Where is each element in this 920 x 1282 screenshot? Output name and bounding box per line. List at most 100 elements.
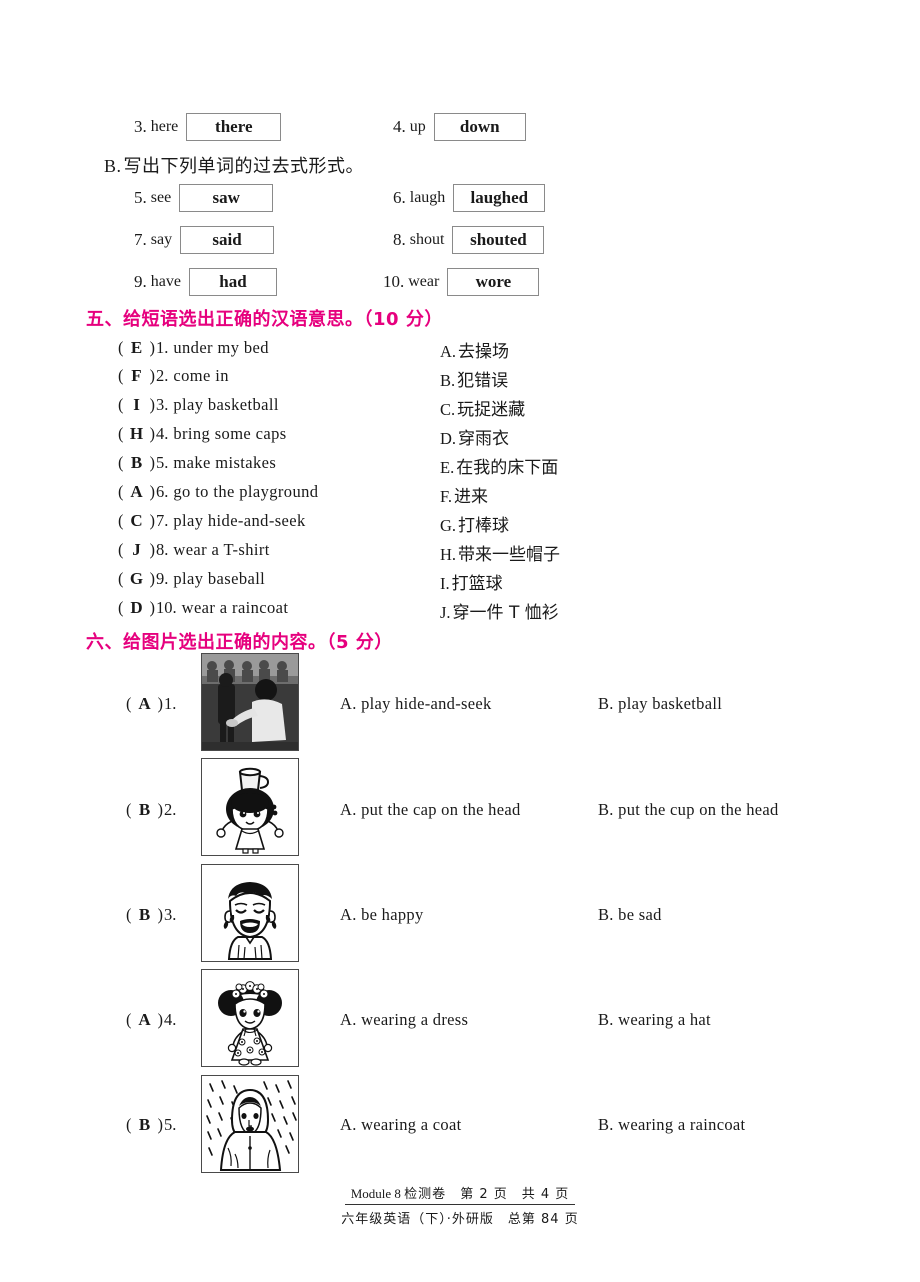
- picture-photo-children-playing: [201, 653, 299, 751]
- match-text: play baseball: [173, 569, 266, 588]
- match-option: J. 穿一件 T 恤衫: [440, 598, 559, 623]
- paren-close: ): [149, 540, 156, 559]
- match-option: C. 玩捉迷藏: [440, 395, 525, 420]
- paren-close: ): [157, 1115, 164, 1134]
- match-answer[interactable]: D: [124, 598, 150, 618]
- answer-box[interactable]: saw: [179, 184, 274, 212]
- answer-box[interactable]: wore: [447, 268, 540, 296]
- picture-option-b[interactable]: B. wearing a hat: [598, 1010, 711, 1030]
- fill-number: 10.: [383, 272, 405, 291]
- picture-number: 5.: [164, 1115, 177, 1134]
- picture-option-a[interactable]: A. put the cap on the head: [340, 800, 521, 820]
- match-text: bring some caps: [173, 424, 287, 443]
- page-footer: Module 8 检测卷 第 2 页 共 4 页 六年级英语（下）·外研版 总第…: [0, 1183, 920, 1227]
- picture-option-b[interactable]: B. put the cup on the head: [598, 800, 779, 820]
- match-answer[interactable]: H: [124, 424, 150, 444]
- picture-option-a[interactable]: A. play hide-and-seek: [340, 694, 492, 714]
- picture-option-b[interactable]: B. be sad: [598, 905, 662, 925]
- match-option: E. 在我的床下面: [440, 453, 558, 478]
- match-answer[interactable]: A: [124, 482, 150, 502]
- match-row: ( J ) 8. wear a T-shirt: [118, 540, 270, 560]
- match-number: 9.: [156, 569, 169, 588]
- picture-question-mark: ( B ) 5.: [126, 1115, 176, 1135]
- fill-row-9: 9. have had: [134, 268, 277, 296]
- match-option: F. 进来: [440, 482, 488, 507]
- match-answer[interactable]: G: [124, 569, 150, 589]
- fill-row-6: 6. laugh laughed: [393, 184, 546, 212]
- answer-box[interactable]: had: [188, 268, 277, 296]
- match-answer[interactable]: I: [124, 395, 150, 415]
- option-letter: E.: [440, 458, 455, 477]
- answer-box[interactable]: there: [186, 113, 282, 141]
- fill-prompt: laugh: [409, 189, 446, 206]
- match-row: ( G ) 9. play baseball: [118, 569, 265, 589]
- picture-option-a[interactable]: A. be happy: [340, 905, 424, 925]
- match-text: play basketball: [173, 395, 279, 414]
- match-row: ( I ) 3. play basketball: [118, 395, 279, 415]
- part-b-label: B.: [104, 156, 122, 176]
- match-number: 3.: [156, 395, 169, 414]
- answer-box[interactable]: laughed: [453, 184, 546, 212]
- picture-option-b[interactable]: B. play basketball: [598, 694, 722, 714]
- option-text: 玩捉迷藏: [457, 400, 526, 420]
- fill-number: 4.: [393, 117, 406, 136]
- picture-option-b[interactable]: B. wearing a raincoat: [598, 1115, 745, 1135]
- picture-answer[interactable]: B: [132, 1115, 158, 1135]
- fill-prompt: say: [150, 231, 173, 248]
- picture-person-in-raincoat-in-rain: [201, 1075, 299, 1173]
- option-letter: C.: [440, 400, 456, 419]
- match-answer[interactable]: F: [124, 366, 150, 386]
- option-letter: D.: [440, 429, 457, 448]
- picture-answer[interactable]: A: [132, 1010, 158, 1030]
- paren-close: ): [149, 569, 156, 588]
- footer-line-2: 六年级英语（下）·外研版 总第 84 页: [341, 1212, 579, 1227]
- fill-number: 8.: [393, 230, 406, 249]
- paren-close: ): [157, 1010, 164, 1029]
- match-number: 6.: [156, 482, 169, 501]
- match-number: 5.: [156, 453, 169, 472]
- fill-number: 9.: [134, 272, 147, 291]
- picture-question-mark: ( A ) 4.: [126, 1010, 176, 1030]
- fill-prompt: see: [150, 189, 172, 206]
- picture-option-a[interactable]: A. wearing a coat: [340, 1115, 461, 1135]
- option-text: 穿雨衣: [458, 429, 510, 449]
- match-text: under my bed: [173, 338, 269, 357]
- fill-row-5: 5. see saw: [134, 184, 274, 212]
- option-letter: H.: [440, 545, 457, 564]
- picture-answer[interactable]: A: [132, 694, 158, 714]
- picture-answer[interactable]: B: [132, 905, 158, 925]
- match-answer[interactable]: C: [124, 511, 150, 531]
- option-letter: B.: [440, 371, 456, 390]
- section-5-heading: 五、给短语选出正确的汉语意思。（10 分）: [86, 309, 443, 330]
- option-letter: F.: [440, 487, 452, 506]
- paren-close: ): [149, 424, 156, 443]
- footer-line-1: Module 8 检测卷 第 2 页 共 4 页: [344, 1183, 576, 1205]
- exam-page: 3. here there 4. up down B. 写出下列单词的过去式形式。…: [0, 0, 920, 1282]
- match-number: 2.: [156, 366, 169, 385]
- paren-close: ): [157, 905, 164, 924]
- match-answer[interactable]: J: [124, 540, 150, 560]
- match-answer[interactable]: B: [124, 453, 150, 473]
- answer-box[interactable]: down: [433, 113, 526, 141]
- paren-close: ): [157, 800, 164, 819]
- option-letter: G.: [440, 516, 457, 535]
- picture-option-a[interactable]: A. wearing a dress: [340, 1010, 468, 1030]
- match-option: A. 去操场: [440, 337, 509, 362]
- option-text: 穿一件 T 恤衫: [452, 603, 559, 623]
- fill-prompt: up: [409, 118, 426, 135]
- fill-number: 7.: [134, 230, 147, 249]
- part-b-heading: B. 写出下列单词的过去式形式。: [104, 152, 364, 178]
- fill-row-3: 3. here there: [134, 113, 282, 141]
- match-row: ( H ) 4. bring some caps: [118, 424, 287, 444]
- picture-number: 1.: [164, 694, 177, 713]
- footer-pagination: 第 2 页 共 4 页: [446, 1187, 570, 1202]
- match-row: ( D ) 10. wear a raincoat: [118, 598, 288, 618]
- match-text: play hide-and-seek: [173, 511, 306, 530]
- answer-box[interactable]: shouted: [452, 226, 545, 254]
- match-text: wear a raincoat: [181, 598, 289, 617]
- match-option: B. 犯错误: [440, 366, 508, 391]
- match-answer[interactable]: E: [124, 338, 150, 358]
- answer-box[interactable]: said: [180, 226, 275, 254]
- picture-answer[interactable]: B: [132, 800, 158, 820]
- picture-girl-with-cup-on-head: [201, 758, 299, 856]
